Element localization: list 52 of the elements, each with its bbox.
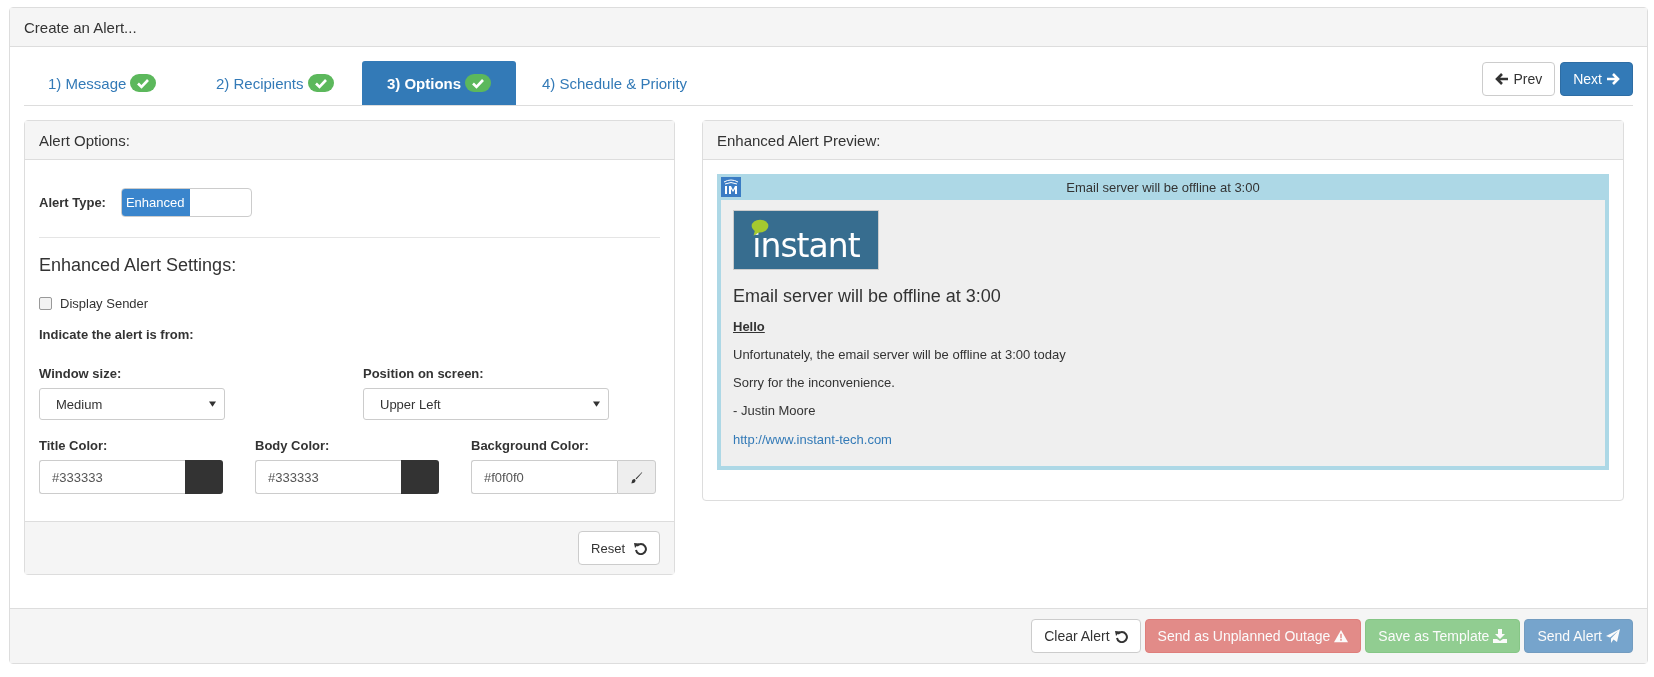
window-title: Create an Alert... [24,18,137,36]
checkbox[interactable] [39,297,52,310]
field-label: Body Color: [255,438,331,453]
check-badge-icon [307,74,334,92]
paintbrush-icon [630,470,643,484]
color-picker-button[interactable] [617,460,656,494]
check-badge-icon [130,74,157,92]
reset-button[interactable]: Reset [578,531,660,565]
field-label: Window size: [39,366,123,381]
prev-button[interactable]: Prev [1482,62,1556,96]
check-badge-icon [465,74,492,92]
download-icon [1493,629,1508,643]
next-button[interactable]: Next [1560,62,1633,96]
field-label: Indicate the alert is from: [39,327,195,342]
checkbox-label: Display Sender [60,296,149,311]
color-input[interactable]: #333333 [255,460,401,494]
alert-type-toggle[interactable]: Enhanced [120,188,252,217]
clear-alert-button[interactable]: Clear Alert [1031,619,1141,653]
tab[interactable]: 3) Options [362,61,516,105]
field-label: Title Color: [39,438,109,453]
field-label: Alert Type: [39,195,106,210]
arrow-left-icon [1495,72,1510,86]
color-swatch[interactable] [401,460,439,494]
greeting-text: Hello [733,319,766,334]
alert-heading: Email server will be offline at 3:00 [733,286,1002,307]
tab[interactable]: 4) Schedule & Priority [518,61,712,105]
field-label: Background Color: [471,438,590,453]
color-swatch[interactable] [185,460,223,494]
app-logo-icon [721,177,741,197]
field-label: Position on screen: [363,366,485,381]
tab[interactable]: 1) Message [24,61,190,105]
caret-icon [593,401,600,407]
dropdown[interactable]: Medium [39,388,225,420]
message-text: - Justin Moore [733,403,817,418]
color-input[interactable]: #f0f0f0 [471,460,617,494]
website-link[interactable]: http://www.instant-tech.com [733,432,892,447]
undo-icon [633,541,647,555]
undo-icon [1113,629,1128,643]
caret-icon [209,401,216,407]
card-title: Enhanced Alert Preview: [717,131,881,149]
company-logo: instant [733,210,879,270]
message-text: Unfortunately, the email server will be offline at 3:00 today [733,347,1067,362]
dropdown[interactable]: Upper Left [363,388,609,420]
card-title: Alert Options: [39,131,130,149]
message-text: Sorry for the inconvenience. [733,375,896,390]
tab[interactable]: 2) Recipients [192,61,360,105]
arrow-right-icon [1606,72,1620,86]
warning-icon [1334,629,1349,643]
alert-title-text: Email server will be offline at 3:00 [1066,179,1260,195]
section-heading: Enhanced Alert Settings: [39,255,238,276]
color-input[interactable]: #333333 [39,460,185,494]
paper-plane-icon [1606,629,1620,643]
